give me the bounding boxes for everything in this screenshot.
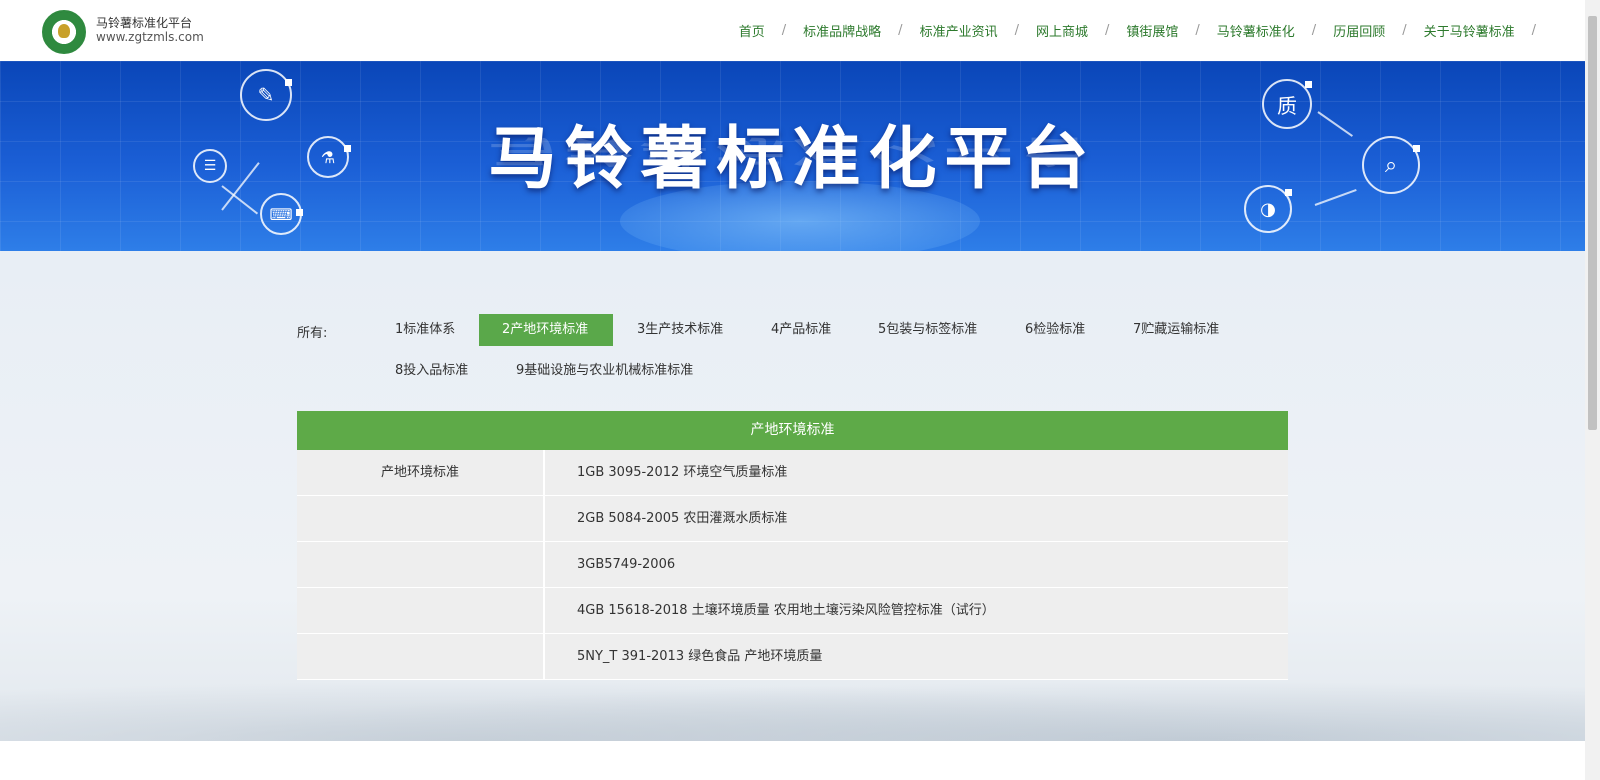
hills-background xyxy=(0,671,1585,741)
site-name[interactable]: 马铃薯标准化平台 xyxy=(96,14,192,31)
nav-town-pavilion[interactable]: 镇街展馆 xyxy=(1126,21,1178,40)
decor-dot xyxy=(285,79,292,86)
nav-separator: / xyxy=(898,23,903,38)
nav-separator: / xyxy=(1014,23,1019,38)
site-logo[interactable] xyxy=(42,10,86,54)
filter-packaging-label[interactable]: 5包装与标签标准 xyxy=(860,314,995,346)
nav-separator: / xyxy=(1402,23,1407,38)
standard-link[interactable]: 1GB 3095-2012 环境空气质量标准 xyxy=(545,450,1288,495)
table-row: 2GB 5084-2005 农田灌溉水质标准 xyxy=(297,496,1288,542)
vertical-scrollbar[interactable] xyxy=(1585,0,1600,780)
table-row: 4GB 15618-2018 土壤环境质量 农用地土壤污染风险管控标准（试行） xyxy=(297,588,1288,634)
nav-about[interactable]: 关于马铃薯标准 xyxy=(1424,21,1515,40)
standard-link[interactable]: 2GB 5084-2005 农田灌溉水质标准 xyxy=(545,496,1288,541)
filter-label: 所有: xyxy=(297,326,328,341)
table-row: 产地环境标准 1GB 3095-2012 环境空气质量标准 xyxy=(297,450,1288,496)
standard-link[interactable]: 3GB5749-2006 xyxy=(545,542,1288,587)
nav-separator: / xyxy=(781,23,787,38)
decor-dot xyxy=(1305,81,1312,88)
nav-brand-strategy[interactable]: 标准品牌战略 xyxy=(803,21,881,40)
main-nav: 首页 / 标准品牌战略 / 标准产业资讯 / 网上商城 / 镇街展馆 / 马铃薯… xyxy=(739,0,1553,61)
banner-title-reflection: 马铃薯标准化平台 xyxy=(488,132,1097,169)
table-row: 5NY_T 391-2013 绿色食品 产地环境质量 xyxy=(297,634,1288,680)
filter-product-standard[interactable]: 4产品标准 xyxy=(753,314,849,346)
site-header: 马铃薯标准化平台 www.zgtzmls.com 首页 / 标准品牌战略 / 标… xyxy=(0,0,1585,61)
site-url: www.zgtzmls.com xyxy=(96,30,204,44)
filter-inputs[interactable]: 8投入品标准 xyxy=(377,355,486,387)
table-title: 产地环境标准 xyxy=(297,411,1288,450)
nav-separator: / xyxy=(1195,23,1200,38)
nav-past-review[interactable]: 历届回顾 xyxy=(1333,21,1385,40)
filter-inspection[interactable]: 6检验标准 xyxy=(1007,314,1103,346)
table-row: 3GB5749-2006 xyxy=(297,542,1288,588)
nav-industry-news[interactable]: 标准产业资讯 xyxy=(920,21,998,40)
nav-online-store[interactable]: 网上商城 xyxy=(1036,21,1088,40)
hero-banner: ✎ ☰ ⚗ ⌨ 质 ⌕ ◑ 马铃薯标准化平台 马铃薯标准化平台 xyxy=(0,61,1585,251)
filter-infrastructure-machinery[interactable]: 9基础设施与农业机械标准标准 xyxy=(498,355,711,387)
category-cell-empty xyxy=(297,588,545,633)
filter-production-technology[interactable]: 3生产技术标准 xyxy=(619,314,741,346)
nav-separator: / xyxy=(1531,23,1536,38)
category-cell: 产地环境标准 xyxy=(297,450,545,495)
standards-table: 产地环境标准 产地环境标准 1GB 3095-2012 环境空气质量标准 2GB… xyxy=(297,411,1288,680)
decor-dot xyxy=(296,209,303,216)
nav-potato-standardization[interactable]: 马铃薯标准化 xyxy=(1217,21,1295,40)
category-cell-empty xyxy=(297,496,545,541)
nav-separator: / xyxy=(1311,23,1317,38)
standard-link[interactable]: 4GB 15618-2018 土壤环境质量 农用地土壤污染风险管控标准（试行） xyxy=(545,588,1288,633)
standard-link[interactable]: 5NY_T 391-2013 绿色食品 产地环境质量 xyxy=(545,634,1288,679)
category-cell-empty xyxy=(297,634,545,679)
filter-standard-system[interactable]: 1标准体系 xyxy=(377,314,473,346)
scrollbar-thumb[interactable] xyxy=(1588,16,1597,430)
nav-home[interactable]: 首页 xyxy=(739,21,765,40)
nav-separator: / xyxy=(1104,23,1110,38)
category-cell-empty xyxy=(297,542,545,587)
filter-storage-transport[interactable]: 7贮藏运输标准 xyxy=(1115,314,1237,346)
filter-origin-environment[interactable]: 2产地环境标准 xyxy=(479,314,613,346)
